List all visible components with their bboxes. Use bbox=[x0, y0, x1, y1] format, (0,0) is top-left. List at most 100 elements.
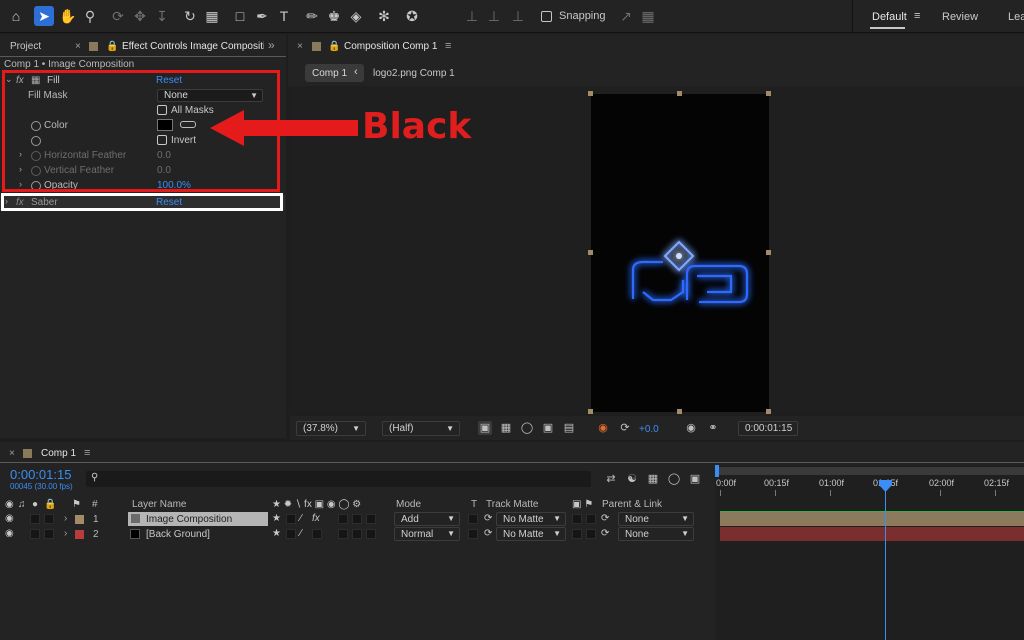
saber-reset-link[interactable]: Reset bbox=[156, 197, 182, 208]
expand-chevron-icon[interactable]: › bbox=[19, 164, 22, 174]
eye-icon[interactable]: ◉ bbox=[5, 528, 14, 539]
invert-checkbox[interactable] bbox=[157, 135, 167, 145]
tab-timeline-comp1[interactable]: Comp 1 bbox=[41, 448, 76, 459]
dolly-tool-icon[interactable]: ↧ bbox=[152, 6, 172, 26]
close-tab-icon[interactable]: × bbox=[297, 41, 303, 52]
expand-chevron-icon[interactable]: › bbox=[64, 528, 67, 539]
eyedropper-icon[interactable] bbox=[180, 121, 196, 128]
mode-dropdown[interactable]: Normal ▼ bbox=[394, 527, 460, 541]
expand-chevron-icon[interactable]: › bbox=[19, 179, 22, 189]
frame-handle[interactable] bbox=[766, 91, 771, 96]
expand-chevron-icon[interactable]: › bbox=[19, 149, 22, 159]
mode-dropdown[interactable]: Add ▼ bbox=[394, 512, 460, 526]
stopwatch-icon[interactable] bbox=[31, 181, 41, 191]
zoom-dropdown[interactable]: (37.8%) ▼ bbox=[296, 421, 366, 436]
composition-frame[interactable] bbox=[591, 94, 769, 412]
lock-toggle[interactable] bbox=[44, 529, 54, 539]
resolution-dropdown[interactable]: (Half) ▼ bbox=[382, 421, 460, 436]
region-of-interest-icon[interactable]: ▣ bbox=[541, 421, 555, 435]
quality-switch-icon[interactable]: ∕ bbox=[300, 528, 302, 539]
timeline-search-input[interactable]: ⚲ bbox=[86, 471, 591, 487]
timeline-track-area[interactable] bbox=[715, 465, 1024, 640]
fill-reset-link[interactable]: Reset bbox=[156, 75, 182, 86]
fx-icon[interactable]: fx bbox=[16, 197, 24, 208]
work-area-bar[interactable] bbox=[715, 467, 1024, 475]
workspace-review[interactable]: Review bbox=[942, 11, 978, 23]
fast-previews-icon[interactable]: ▣ bbox=[478, 421, 492, 435]
snap-grid-icon[interactable]: ▦ bbox=[638, 6, 658, 26]
matte-toggle[interactable] bbox=[572, 529, 582, 539]
solo-toggle[interactable] bbox=[30, 529, 40, 539]
stopwatch-icon[interactable] bbox=[31, 166, 41, 176]
matte-toggle[interactable] bbox=[572, 514, 582, 524]
rotate-tool-icon[interactable]: ↻ bbox=[180, 6, 200, 26]
motion-blur-switch[interactable] bbox=[352, 514, 362, 524]
pan-tool-icon[interactable]: ✥ bbox=[130, 6, 150, 26]
frame-handle[interactable] bbox=[588, 250, 593, 255]
3d-layer-switch[interactable] bbox=[366, 514, 376, 524]
frame-handle[interactable] bbox=[766, 409, 771, 414]
matte-invert-toggle[interactable] bbox=[586, 529, 596, 539]
audio-switch-icon[interactable]: ♫ bbox=[18, 499, 26, 510]
track-matte-dropdown[interactable]: No Matte ▼ bbox=[496, 512, 566, 526]
panel-menu-icon[interactable]: ≡ bbox=[445, 40, 451, 52]
timeline-current-time[interactable]: 0:00:01:15 bbox=[10, 467, 71, 482]
expand-chevron-icon[interactable]: › bbox=[5, 196, 8, 206]
rectangle-tool-icon[interactable]: □ bbox=[230, 6, 250, 26]
preserve-transparency-toggle[interactable] bbox=[468, 514, 478, 524]
anchor-tool-icon[interactable]: ▦ bbox=[202, 6, 222, 26]
matte-invert-toggle[interactable] bbox=[586, 514, 596, 524]
frame-handle[interactable] bbox=[766, 250, 771, 255]
eye-icon[interactable]: ◉ bbox=[5, 513, 14, 524]
timeline-layer-row[interactable]: ◉ › 1 Image Composition ★ ∕ fx Add ▼ ⟳ N… bbox=[0, 512, 714, 526]
snapshot-camera-icon[interactable]: ◉ bbox=[684, 421, 698, 435]
reset-exposure-icon[interactable]: ⟳ bbox=[618, 421, 632, 435]
video-switch-icon[interactable]: ◉ bbox=[5, 499, 14, 510]
expand-chevron-icon[interactable]: ⌄ bbox=[5, 74, 13, 85]
lock-icon[interactable]: 🔒 bbox=[328, 41, 340, 52]
close-tab-icon[interactable]: × bbox=[75, 41, 81, 52]
stopwatch-icon[interactable] bbox=[31, 151, 41, 161]
brush-tool-icon[interactable]: ✏ bbox=[302, 6, 322, 26]
spiral-pickwhip-icon[interactable]: ⟳ bbox=[484, 513, 492, 524]
color-swatch[interactable] bbox=[157, 119, 173, 131]
saber-effect-header[interactable]: › fx Saber Reset bbox=[0, 195, 285, 210]
track-matte-dropdown[interactable]: No Matte ▼ bbox=[496, 527, 566, 541]
parent-pickwhip-icon[interactable]: ⟳ bbox=[601, 528, 609, 539]
stopwatch-icon[interactable] bbox=[31, 121, 41, 131]
graph-editor-icon[interactable]: ▣ bbox=[688, 472, 702, 486]
vertical-feather-value[interactable]: 0.0 bbox=[157, 165, 171, 176]
effects-switch[interactable] bbox=[312, 529, 322, 539]
playhead-line[interactable] bbox=[885, 485, 886, 640]
comp-mini-flowchart-icon[interactable]: ⇄ bbox=[604, 472, 618, 486]
preserve-transparency-toggle[interactable] bbox=[468, 529, 478, 539]
current-time-display[interactable]: 0:00:01:15 bbox=[738, 421, 798, 436]
tab-composition[interactable]: Composition Comp 1 bbox=[344, 41, 437, 52]
exposure-value[interactable]: +0.0 bbox=[639, 424, 659, 435]
parent-dropdown[interactable]: None ▼ bbox=[618, 512, 694, 526]
solo-switch-icon[interactable]: ● bbox=[32, 499, 38, 510]
shy-switch-icon[interactable]: ★ bbox=[272, 513, 281, 524]
frame-blending-icon[interactable]: ◯ bbox=[667, 472, 681, 486]
pen-tool-icon[interactable]: ✒ bbox=[252, 6, 272, 26]
parent-pickwhip-icon[interactable]: ⟳ bbox=[601, 513, 609, 524]
hand-tool-icon[interactable]: ✋ bbox=[58, 6, 78, 26]
shy-layers-icon[interactable]: ▦ bbox=[646, 472, 660, 486]
world-axis-icon[interactable]: ⊥ bbox=[484, 6, 504, 26]
layer-label-color[interactable] bbox=[75, 515, 84, 524]
all-masks-checkbox[interactable] bbox=[157, 105, 167, 115]
lock-toggle[interactable] bbox=[44, 514, 54, 524]
home-icon[interactable]: ⌂ bbox=[6, 6, 26, 26]
panel-overflow-icon[interactable]: » bbox=[268, 38, 275, 52]
frame-blend-switch[interactable] bbox=[338, 529, 348, 539]
text-tool-icon[interactable]: T bbox=[274, 6, 294, 26]
guides-icon[interactable]: ▤ bbox=[562, 421, 576, 435]
opacity-value[interactable]: 100.0% bbox=[157, 180, 191, 191]
fill-effect-header[interactable]: ⌄ fx ▦ Fill Reset bbox=[0, 73, 285, 88]
column-layer-name[interactable]: Layer Name bbox=[132, 499, 186, 510]
frame-handle[interactable] bbox=[677, 91, 682, 96]
lock-icon[interactable]: 🔒 bbox=[106, 41, 118, 52]
frame-handle[interactable] bbox=[588, 409, 593, 414]
label-tag-icon[interactable]: ⚑ bbox=[72, 499, 81, 510]
collapse-switch[interactable] bbox=[286, 514, 296, 524]
